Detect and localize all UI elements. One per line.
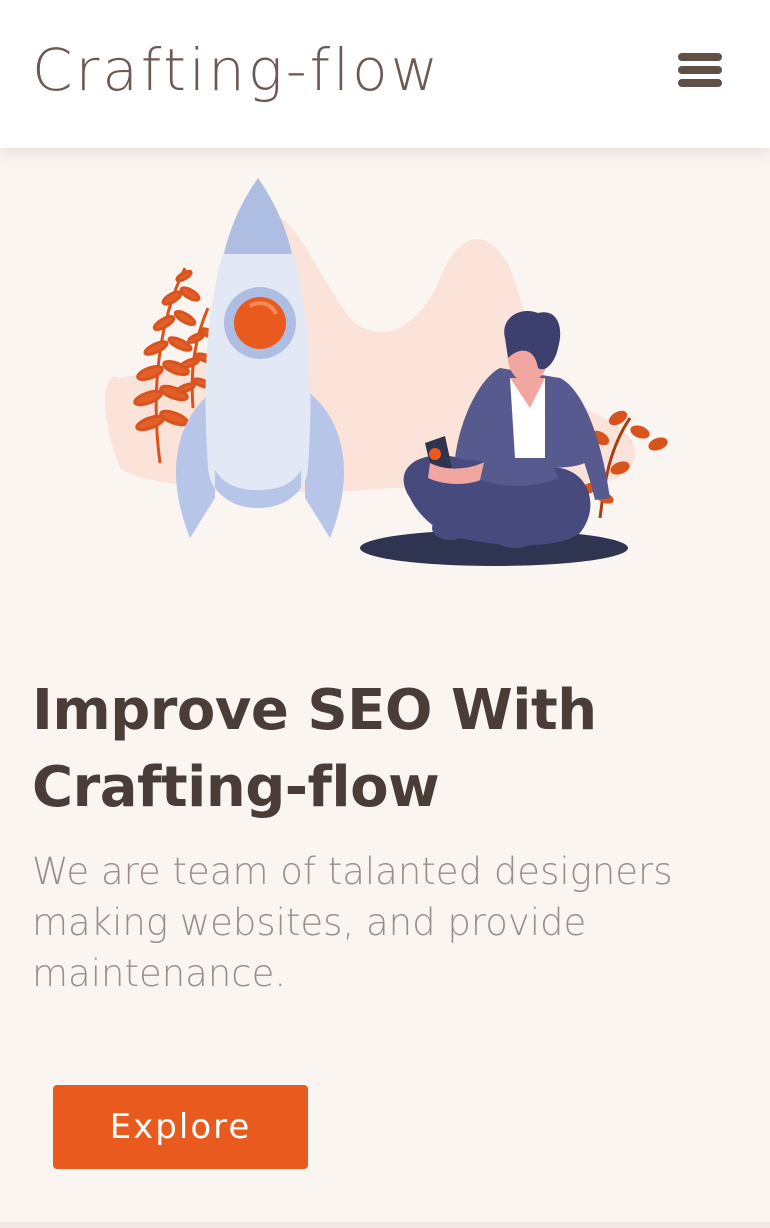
menu-bar-top — [678, 53, 722, 61]
brand-logo-text[interactable]: Crafting-flow — [32, 34, 441, 106]
hero-headline: Improve SEO With Crafting-flow — [32, 678, 597, 820]
menu-bar-bottom — [678, 79, 722, 87]
explore-button[interactable]: Explore — [53, 1085, 308, 1169]
site-header: Crafting-flow — [0, 0, 770, 148]
section-divider — [0, 1222, 770, 1228]
rocket-and-person-illustration — [105, 178, 668, 566]
hamburger-menu-icon[interactable] — [670, 44, 728, 96]
menu-bar-middle — [678, 66, 722, 74]
hero-subtext: We are team of talanted designers making… — [32, 850, 673, 995]
